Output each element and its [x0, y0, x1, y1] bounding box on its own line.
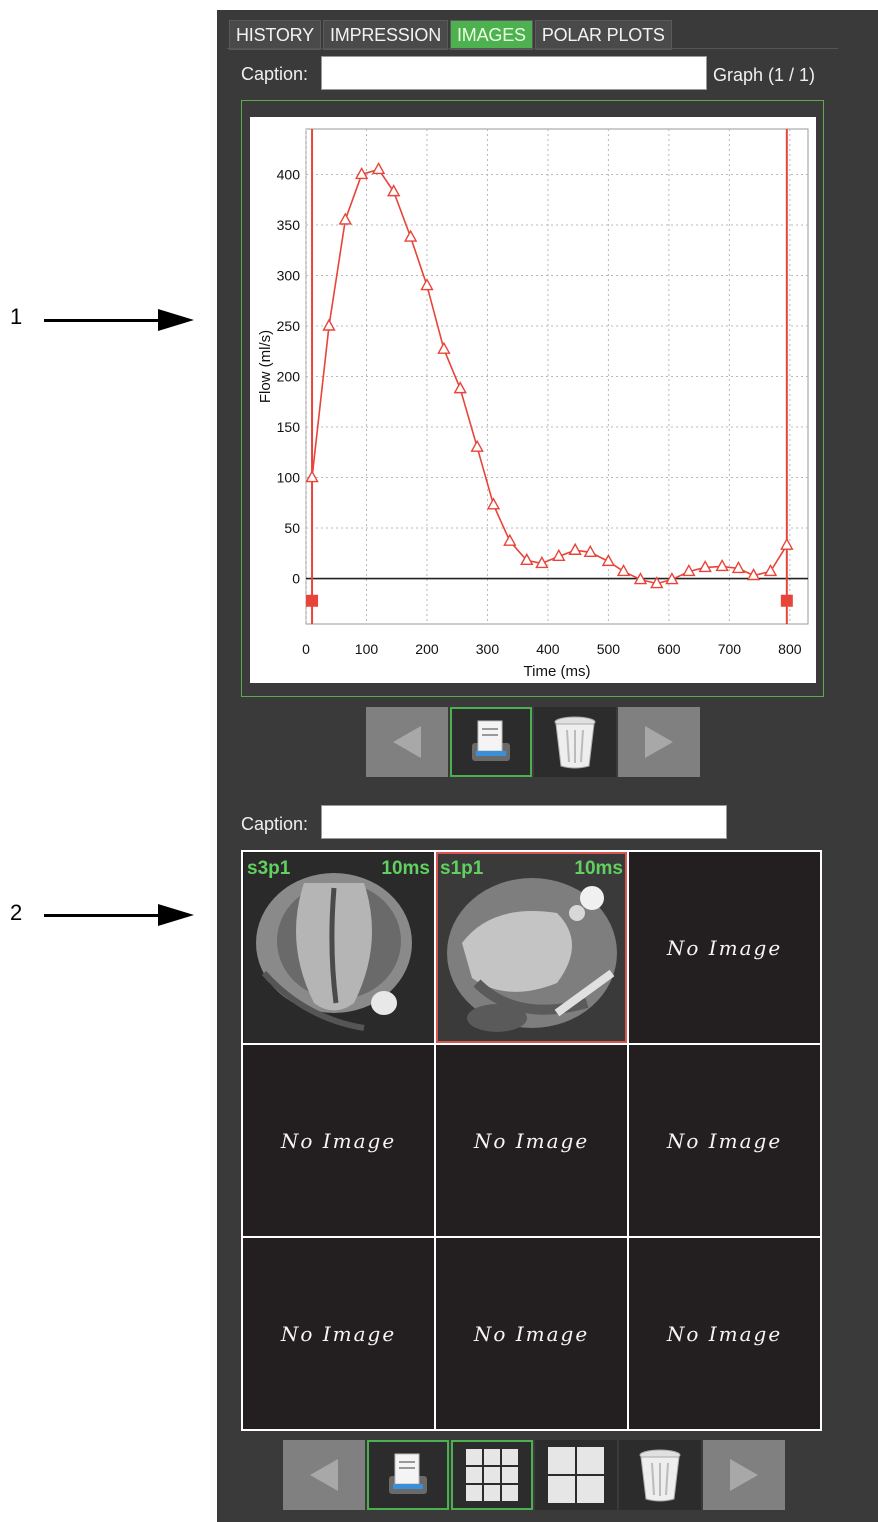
callout-2-arrow-line: [44, 914, 169, 917]
callout-2: 2: [10, 900, 23, 925]
printer-icon: [389, 1453, 427, 1494]
image-cell-5[interactable]: No Image: [436, 1045, 627, 1236]
image-prev-button[interactable]: [283, 1440, 365, 1510]
thumb-2-series-label: s1p1: [440, 858, 484, 879]
y-axis-label: Flow (ml/s): [257, 330, 274, 403]
image-grid: s3p1 10ms s1p1 10ms No Image No Image No…: [241, 850, 822, 1431]
tab-bar: HISTORY IMPRESSION IMAGES POLAR PLOTS: [229, 20, 674, 50]
x-tick-label: 600: [657, 641, 681, 657]
no-image-label: No Image: [280, 1128, 397, 1153]
y-tick-label: 400: [277, 166, 301, 182]
graph-prev-button[interactable]: [366, 707, 448, 777]
right-arrow-icon: [645, 726, 673, 758]
x-tick-label: 300: [476, 641, 500, 657]
graph-caption-input[interactable]: [321, 56, 707, 90]
image-delete-button[interactable]: [619, 1440, 701, 1510]
y-tick-label: 50: [284, 520, 300, 536]
callout-1-arrow-line: [44, 319, 169, 322]
flow-chart-svg: 0 100 200 300 400 500 600 700 800 0 50 100 150 200 250…: [257, 128, 809, 680]
x-tick-label: 0: [302, 641, 310, 657]
image-caption-input[interactable]: [321, 805, 727, 839]
image-cell-2[interactable]: s1p1 10ms: [436, 852, 627, 1043]
no-image-label: No Image: [280, 1321, 397, 1346]
y-tick-label: 300: [277, 267, 301, 283]
tab-images[interactable]: IMAGES: [450, 20, 533, 50]
image-print-button[interactable]: [367, 1440, 449, 1510]
x-tick-label: 700: [718, 641, 742, 657]
y-tick-label: 100: [277, 470, 301, 486]
image-caption-label: Caption:: [241, 814, 309, 834]
layout-3x3-button[interactable]: [451, 1440, 533, 1510]
graph-print-button[interactable]: [450, 707, 532, 777]
image-cell-7[interactable]: No Image: [243, 1238, 434, 1429]
graph-frame[interactable]: 0 100 200 300 400 500 600 700 800 0 50 100 150 200 250…: [241, 100, 824, 697]
y-tick-label: 250: [277, 318, 301, 334]
y-tick-label: 200: [277, 369, 301, 385]
graph-counter: Graph (1 / 1): [713, 65, 816, 85]
flow-graph: 0 100 200 300 400 500 600 700 800 0 50 100 150 200 250…: [250, 117, 816, 683]
x-tick-label: 500: [597, 641, 621, 657]
thumb-1-series-label: s3p1: [247, 858, 291, 879]
y-tick-label: 350: [277, 217, 301, 233]
left-arrow-icon: [393, 726, 421, 758]
no-image-label: No Image: [666, 1128, 783, 1153]
layout-2x2-button[interactable]: [535, 1440, 617, 1510]
no-image-label: No Image: [473, 1128, 590, 1153]
no-image-label: No Image: [666, 1321, 783, 1346]
grid-2x2-icon: [548, 1447, 604, 1503]
x-tick-label: 400: [536, 641, 560, 657]
image-cell-4[interactable]: No Image: [243, 1045, 434, 1236]
no-image-label: No Image: [666, 935, 783, 960]
time-cursor-handle: [306, 594, 319, 607]
y-tick-label: 150: [277, 419, 301, 435]
printer-icon: [472, 720, 510, 761]
x-axis-label: Time (ms): [524, 663, 591, 680]
graph-delete-button[interactable]: [534, 707, 616, 777]
mri-four-chamber-image: [243, 852, 434, 1043]
thumb-2-time-label: 10ms: [574, 858, 623, 879]
mri-long-axis-image: [436, 852, 627, 1043]
graph-caption-label: Caption:: [241, 64, 309, 84]
trash-icon: [554, 716, 596, 769]
y-tick-label: 0: [292, 571, 300, 587]
image-toolbar: [283, 1440, 787, 1510]
tab-polar-plots[interactable]: POLAR PLOTS: [534, 20, 672, 50]
report-panel: HISTORY IMPRESSION IMAGES POLAR PLOTS Ca…: [217, 10, 878, 1522]
graph-toolbar: [366, 707, 702, 777]
x-tick-label: 800: [778, 641, 802, 657]
left-arrow-icon: [310, 1459, 338, 1491]
image-cell-8[interactable]: No Image: [436, 1238, 627, 1429]
callout-1-arrow-icon: [158, 309, 194, 331]
callout-2-arrow-icon: [158, 904, 194, 926]
tab-impression[interactable]: IMPRESSION: [322, 20, 448, 50]
tab-divider: [227, 48, 838, 49]
tab-history[interactable]: HISTORY: [229, 20, 321, 50]
image-cell-3[interactable]: No Image: [629, 852, 820, 1043]
no-image-label: No Image: [473, 1321, 590, 1346]
x-tick-label: 200: [415, 641, 439, 657]
graph-next-button[interactable]: [618, 707, 700, 777]
time-cursor-handle: [780, 594, 793, 607]
image-cell-1[interactable]: s3p1 10ms: [243, 852, 434, 1043]
callout-1: 1: [10, 304, 23, 329]
trash-icon: [639, 1449, 681, 1502]
grid-3x3-icon: [466, 1449, 518, 1501]
x-tick-label: 100: [355, 641, 379, 657]
image-next-button[interactable]: [703, 1440, 785, 1510]
image-cell-6[interactable]: No Image: [629, 1045, 820, 1236]
right-arrow-icon: [730, 1459, 758, 1491]
thumb-1-time-label: 10ms: [381, 858, 430, 879]
image-cell-9[interactable]: No Image: [629, 1238, 820, 1429]
